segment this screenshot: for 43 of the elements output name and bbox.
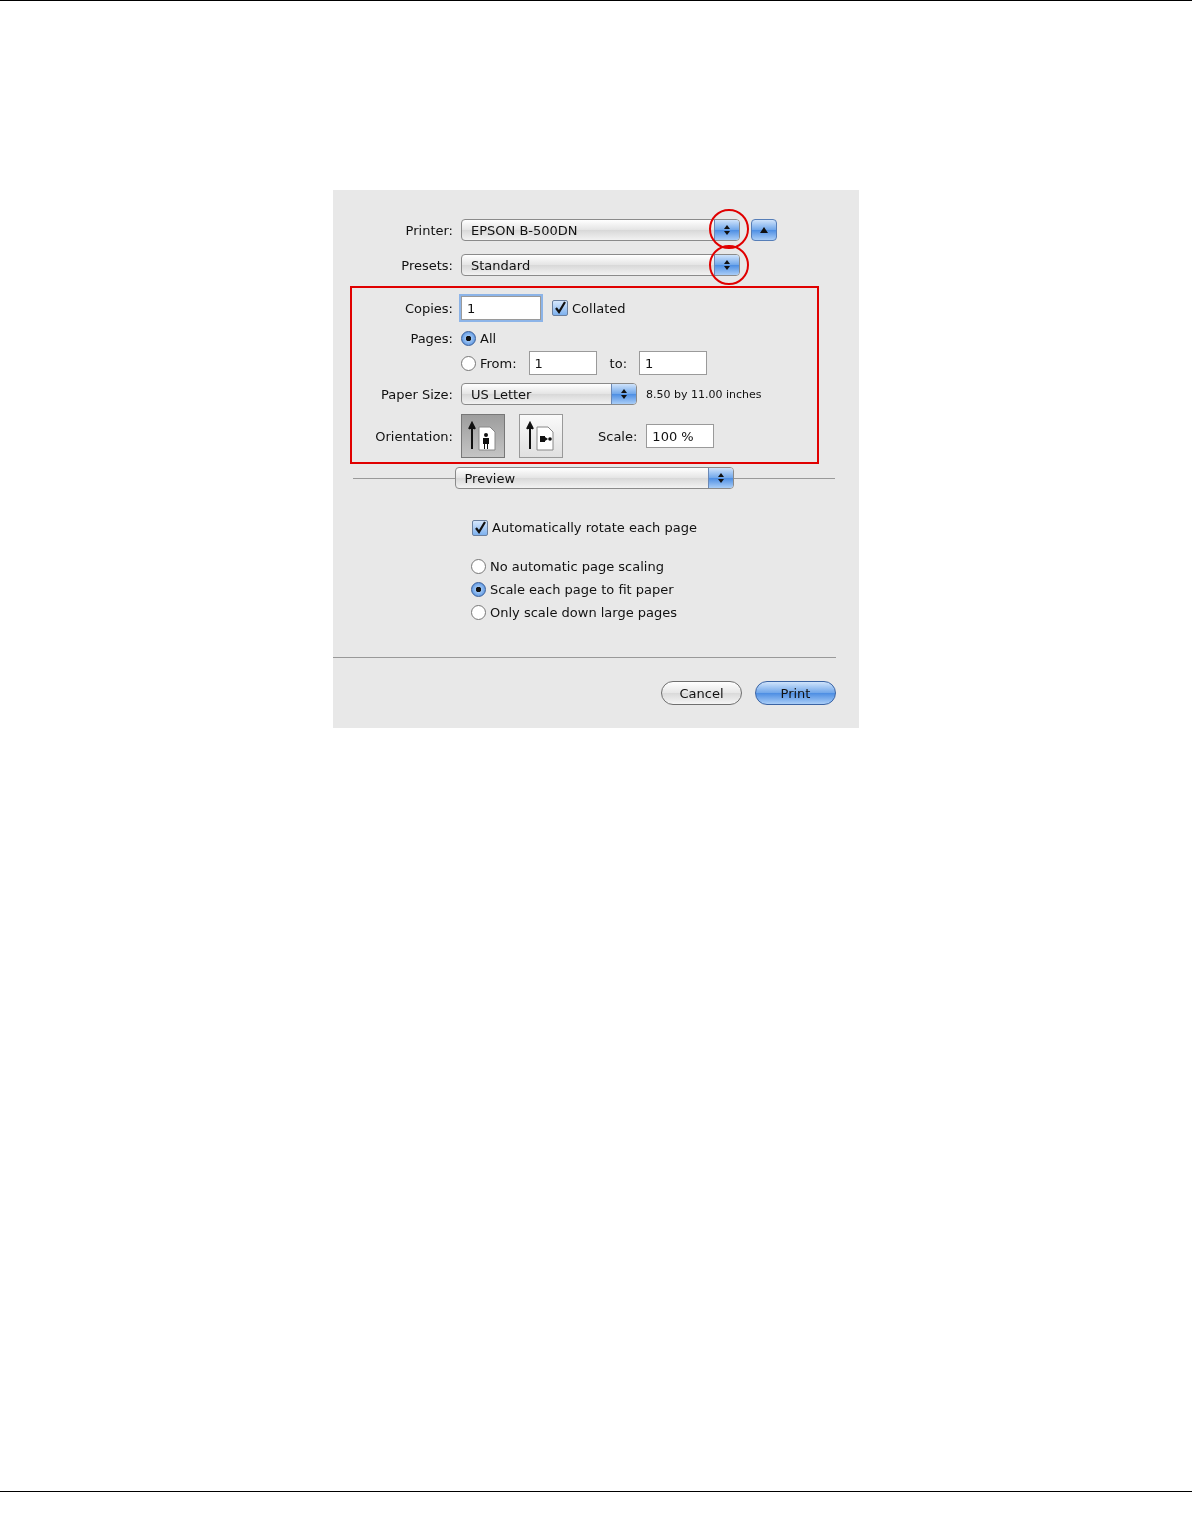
up-down-arrows-icon xyxy=(723,224,731,236)
copies-field[interactable]: 1 xyxy=(461,296,541,320)
collapse-button[interactable] xyxy=(751,219,777,241)
to-field[interactable]: 1 xyxy=(639,351,708,375)
scaling-radio[interactable] xyxy=(471,582,486,597)
triangle-up-icon xyxy=(759,226,769,234)
printer-label: Printer: xyxy=(404,222,453,238)
portrait-button[interactable] xyxy=(461,414,505,458)
cancel-button[interactable]: Cancel xyxy=(661,681,742,705)
scaling-radio[interactable] xyxy=(471,605,486,620)
up-down-arrows-icon xyxy=(716,472,725,484)
auto-rotate-checkbox[interactable] xyxy=(472,519,488,536)
from-field[interactable]: 1 xyxy=(528,351,597,375)
from-radio[interactable] xyxy=(461,355,476,371)
orientation-label: Orientation: xyxy=(374,428,453,444)
scale-label: Scale: xyxy=(598,428,638,444)
presets-label: Presets: xyxy=(400,257,453,273)
landscape-button[interactable] xyxy=(519,414,563,458)
copies-label: Copies: xyxy=(403,300,453,316)
presets-popup[interactable]: Standard xyxy=(461,254,740,276)
paper-dimensions: 8.50 by 11.00 inches xyxy=(646,387,762,401)
scaling-radio[interactable] xyxy=(471,559,486,574)
auto-rotate-label: Automatically rotate each page xyxy=(492,520,697,535)
panel-popup[interactable]: Preview xyxy=(454,467,734,489)
collated-checkbox[interactable] xyxy=(552,300,568,316)
up-down-arrows-icon xyxy=(723,259,731,271)
scaling-label: No automatic page scaling xyxy=(490,559,664,574)
print-button[interactable]: Print xyxy=(755,681,836,705)
printer-popup[interactable]: EPSON B-500DN xyxy=(461,219,740,241)
pages-label: Pages: xyxy=(409,330,453,346)
scale-field[interactable]: 100 % xyxy=(646,424,715,448)
all-radio[interactable] xyxy=(461,330,476,346)
from-label: From: xyxy=(480,355,517,371)
collated-label: Collated xyxy=(572,300,626,316)
paper-size-popup[interactable]: US Letter xyxy=(461,383,637,405)
scaling-label: Only scale down large pages xyxy=(490,605,678,620)
up-down-arrows-icon xyxy=(620,388,628,400)
all-label: All xyxy=(480,330,497,346)
paper-size-label: Paper Size: xyxy=(380,386,453,402)
highlight-circle xyxy=(709,209,749,249)
to-label: to: xyxy=(609,355,628,371)
scaling-label: Scale each page to fit paper xyxy=(490,582,674,597)
highlight-circle xyxy=(709,245,749,285)
